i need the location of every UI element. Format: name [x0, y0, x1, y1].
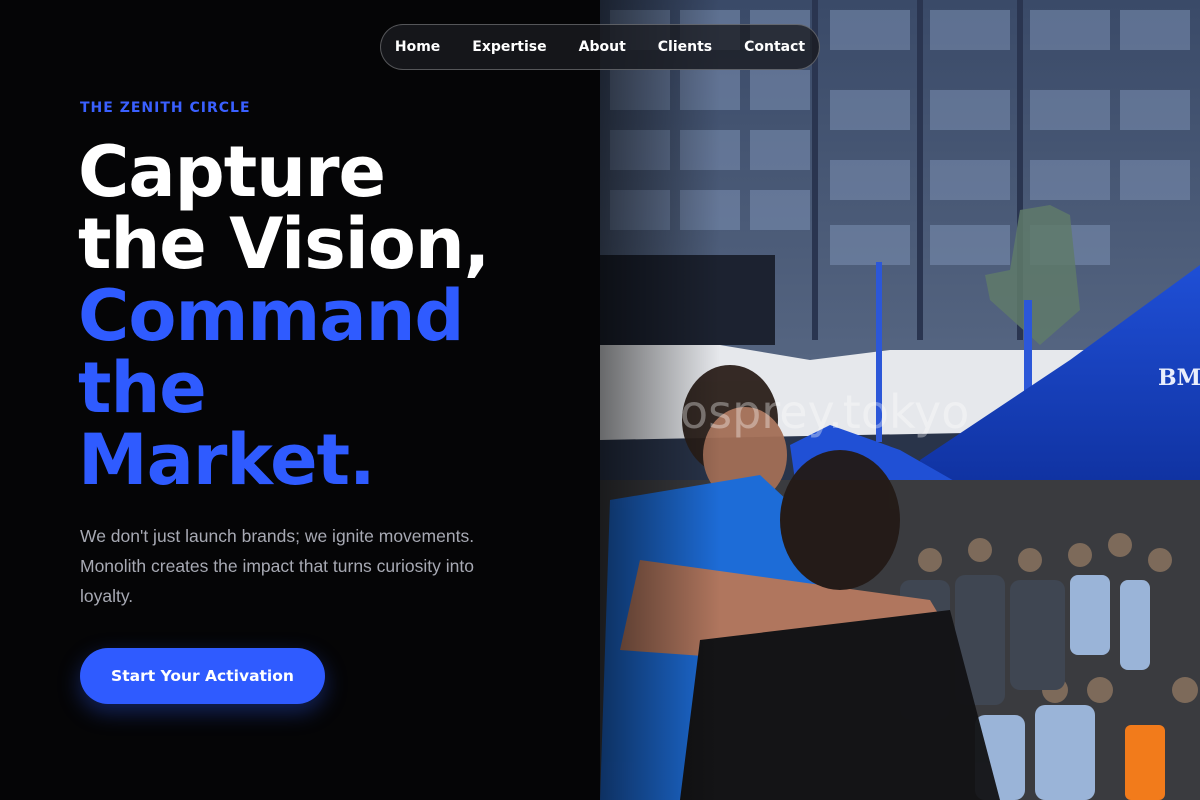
- headline-line-accent: the: [78, 347, 207, 429]
- top-nav: Home Expertise About Clients Contact: [380, 24, 820, 70]
- nav-contact[interactable]: Contact: [744, 39, 805, 55]
- hero-headline: Capture the Vision, Command the Market.: [78, 131, 490, 501]
- watermark-text: osprey.tokyo: [680, 385, 969, 439]
- nav-clients[interactable]: Clients: [658, 39, 712, 55]
- tent-brand-text: BM: [1158, 365, 1200, 391]
- festival-crowd-image: BM osprey.tokyo: [600, 0, 1200, 800]
- headline-line: the Vision,: [78, 203, 490, 285]
- start-activation-button[interactable]: Start Your Activation: [80, 648, 325, 704]
- nav-home[interactable]: Home: [395, 39, 440, 55]
- nav-expertise[interactable]: Expertise: [472, 39, 546, 55]
- headline-line-accent: Command: [78, 275, 465, 357]
- headline-line: Capture: [78, 131, 386, 213]
- hero-left-panel: THE ZENITH CIRCLE Capture the Vision, Co…: [0, 0, 600, 800]
- hero-eyebrow: THE ZENITH CIRCLE: [80, 100, 251, 116]
- hero-subcopy: We don't just launch brands; we ignite m…: [80, 526, 475, 606]
- hero-photo: BM osprey.tokyo: [600, 0, 1200, 800]
- headline-line-accent: Market.: [78, 419, 376, 501]
- nav-about[interactable]: About: [579, 39, 626, 55]
